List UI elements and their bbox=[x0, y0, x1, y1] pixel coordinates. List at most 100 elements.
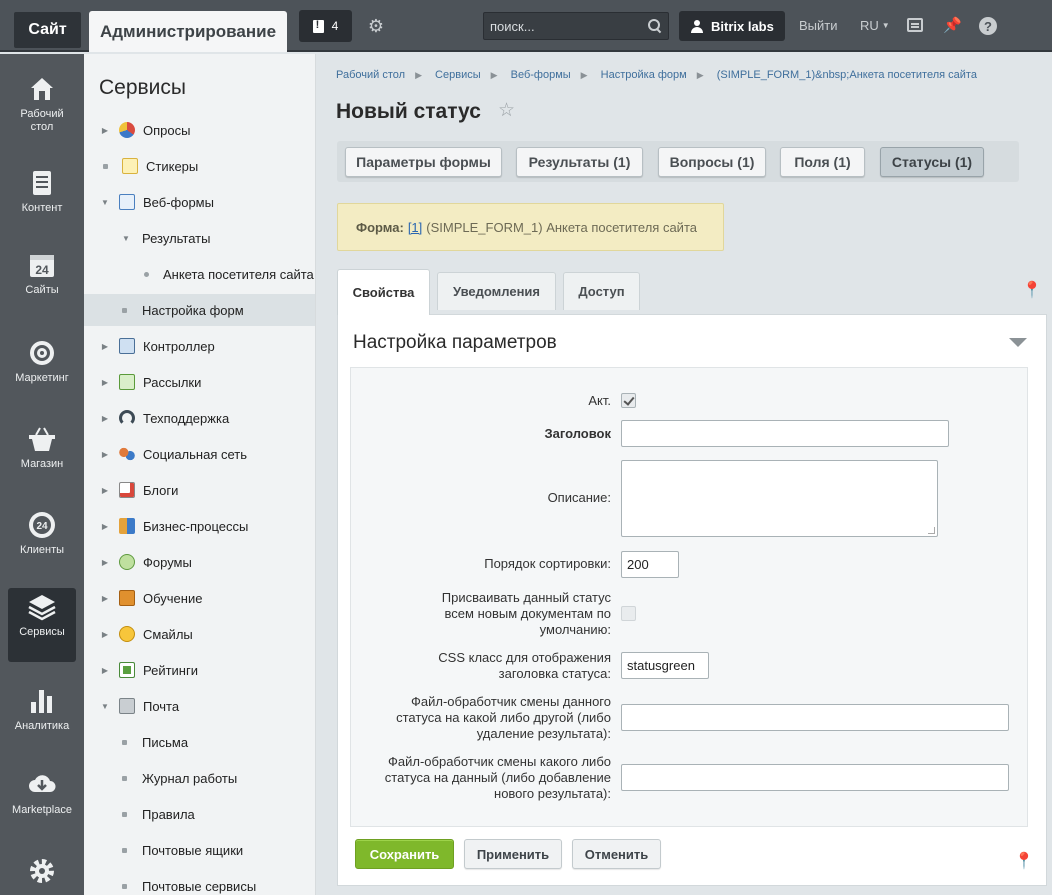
chevron-right-icon[interactable]: ▶ bbox=[101, 414, 109, 423]
settings-gear-icon[interactable]: ⚙ bbox=[366, 16, 386, 36]
nav-marketplace[interactable]: Marketplace bbox=[8, 766, 76, 840]
chevron-right-icon[interactable]: ▶ bbox=[101, 486, 109, 495]
breadcrumb-item[interactable]: Рабочий стол bbox=[336, 69, 405, 81]
sidebar-item-label: Почта bbox=[143, 698, 180, 714]
page-title: Новый статус bbox=[336, 100, 481, 123]
sidebar-item-controller[interactable]: ▶ Контроллер bbox=[84, 330, 315, 362]
nav-shop[interactable]: Магазин bbox=[8, 420, 76, 494]
sidebar-item-webforms[interactable]: ▼ Веб-формы bbox=[84, 186, 315, 218]
resize-handle-icon[interactable] bbox=[928, 527, 935, 534]
chevron-right-icon[interactable]: ▶ bbox=[101, 378, 109, 387]
save-button[interactable]: Сохранить bbox=[355, 839, 454, 869]
sidebar-item-results[interactable]: ▼ Результаты bbox=[84, 222, 315, 254]
sidebar-item-label: Почтовые сервисы bbox=[142, 878, 257, 894]
nav-analytics[interactable]: Аналитика bbox=[8, 682, 76, 756]
search-icon[interactable] bbox=[648, 19, 662, 33]
sidebar-item-stickers[interactable]: Стикеры bbox=[84, 150, 315, 182]
cancel-button[interactable]: Отменить bbox=[572, 839, 661, 869]
sidebar-item-blogs[interactable]: ▶ Блоги bbox=[84, 474, 315, 506]
chevron-down-icon: ▼ bbox=[881, 21, 890, 30]
nav-settings[interactable] bbox=[8, 852, 76, 895]
form-note-link[interactable]: [1] bbox=[408, 220, 422, 235]
default-status-checkbox[interactable] bbox=[621, 606, 636, 621]
nav-marketing[interactable]: Маркетинг bbox=[8, 334, 76, 408]
nav-label: Сайты bbox=[25, 284, 59, 296]
admin-tab[interactable]: Администрирование bbox=[89, 11, 287, 52]
sort-label: Порядок сортировки: bbox=[484, 556, 611, 571]
chevron-right-icon[interactable]: ▶ bbox=[101, 594, 109, 603]
chevron-right-icon[interactable]: ▶ bbox=[101, 666, 109, 675]
notifications-button[interactable]: 4 bbox=[299, 10, 352, 42]
sidebar-item-label: Стикеры bbox=[146, 158, 199, 174]
apply-button[interactable]: Применить bbox=[464, 839, 562, 869]
tab-fields[interactable]: Поля (1) bbox=[780, 147, 865, 177]
help-icon[interactable]: ? bbox=[979, 17, 997, 35]
pin-icon[interactable]: 📍 bbox=[1022, 280, 1042, 300]
chevron-right-icon[interactable]: ▶ bbox=[101, 342, 109, 351]
site-button[interactable]: Сайт bbox=[14, 12, 81, 48]
chevron-down-icon[interactable]: ▼ bbox=[122, 234, 130, 243]
subtab-access[interactable]: Доступ bbox=[563, 272, 640, 310]
search-input[interactable]: поиск... bbox=[483, 12, 669, 40]
sidebar-item-social[interactable]: ▶ Социальная сеть bbox=[84, 438, 315, 470]
sidebar-item-form-settings[interactable]: Настройка форм bbox=[84, 294, 315, 326]
chevron-down-icon[interactable]: ▼ bbox=[101, 198, 109, 207]
nav-services[interactable]: Сервисы bbox=[8, 588, 76, 662]
sidebar-item-letters[interactable]: Письма bbox=[84, 726, 315, 758]
handler-out-field[interactable] bbox=[621, 704, 1009, 731]
sidebar-item-visitor-form[interactable]: Анкета посетителя сайта bbox=[84, 258, 315, 290]
language-select[interactable]: RU ▼ bbox=[860, 18, 890, 33]
chevron-right-icon[interactable]: ▶ bbox=[101, 126, 109, 135]
sidebar-item-bizproc[interactable]: ▶ Бизнес-процессы bbox=[84, 510, 315, 542]
handler-in-field[interactable] bbox=[621, 764, 1009, 791]
chevron-down-icon[interactable]: ▼ bbox=[101, 702, 109, 711]
breadcrumb-item[interactable]: Веб-формы bbox=[511, 69, 571, 81]
sidebar-item-mail[interactable]: ▼ Почта bbox=[84, 690, 315, 722]
chevron-right-icon[interactable]: ▶ bbox=[101, 558, 109, 567]
sidebar-item-forums[interactable]: ▶ Форумы bbox=[84, 546, 315, 578]
sidebar-item-learning[interactable]: ▶ Обучение bbox=[84, 582, 315, 614]
breadcrumb-item[interactable]: (SIMPLE_FORM_1)&nbsp;Анкета посетителя с… bbox=[717, 69, 977, 81]
tab-results[interactable]: Результаты (1) bbox=[516, 147, 643, 177]
active-checkbox[interactable] bbox=[621, 393, 636, 408]
pin-icon[interactable]: 📍 bbox=[1014, 851, 1034, 871]
breadcrumb-item[interactable]: Сервисы bbox=[435, 69, 481, 81]
nav-content[interactable]: Контент bbox=[8, 164, 76, 238]
logout-link[interactable]: Выйти bbox=[799, 18, 838, 33]
user-button[interactable]: Bitrix labs bbox=[679, 11, 785, 41]
chevron-right-icon[interactable]: ▶ bbox=[101, 630, 109, 639]
description-textarea[interactable] bbox=[621, 460, 938, 537]
nav-desktop[interactable]: Рабочий стол bbox=[8, 70, 76, 144]
target-icon bbox=[27, 338, 57, 368]
sidebar-item-log[interactable]: Журнал работы bbox=[84, 762, 315, 794]
handler-in-label: Файл-обработчик смены какого либо статус… bbox=[384, 754, 611, 801]
tab-form-params[interactable]: Параметры формы bbox=[345, 147, 502, 177]
chevron-right-icon[interactable]: ▶ bbox=[101, 522, 109, 531]
sidebar-item-support[interactable]: ▶ Техподдержка bbox=[84, 402, 315, 434]
pin-icon[interactable]: 📌 bbox=[943, 16, 962, 34]
sidebar-item-mail-services[interactable]: Почтовые сервисы bbox=[84, 870, 315, 895]
sort-field[interactable]: 200 bbox=[621, 551, 679, 578]
chevron-right-icon[interactable]: ▶ bbox=[101, 450, 109, 459]
breadcrumb-item[interactable]: Настройка форм bbox=[601, 69, 687, 81]
sidebar-item-mailing[interactable]: ▶ Рассылки bbox=[84, 366, 315, 398]
subtab-notifications[interactable]: Уведомления bbox=[437, 272, 556, 310]
title-label: Заголовок bbox=[544, 426, 611, 441]
sidebar-item-rules[interactable]: Правила bbox=[84, 798, 315, 830]
sidebar-item-mailboxes[interactable]: Почтовые ящики bbox=[84, 834, 315, 866]
document-icon bbox=[27, 168, 57, 198]
nav-sites[interactable]: 24 Сайты bbox=[8, 246, 76, 320]
sidebar-item-smiles[interactable]: ▶ Смайлы bbox=[84, 618, 315, 650]
css-class-field[interactable]: statusgreen bbox=[621, 652, 709, 679]
tab-statuses[interactable]: Статусы (1) bbox=[880, 147, 984, 177]
sidebar-item-polls[interactable]: ▶ Опросы bbox=[84, 114, 315, 146]
star-icon[interactable]: ☆ bbox=[498, 99, 515, 122]
sidebar-item-ratings[interactable]: ▶ Рейтинги bbox=[84, 654, 315, 686]
collapse-toggle-icon[interactable] bbox=[1009, 338, 1027, 347]
keyboard-icon[interactable] bbox=[907, 18, 923, 32]
title-field[interactable] bbox=[621, 420, 949, 447]
tab-questions[interactable]: Вопросы (1) bbox=[658, 147, 766, 177]
subtab-properties[interactable]: Свойства bbox=[337, 269, 430, 315]
nav-clients[interactable]: 24 Клиенты bbox=[8, 506, 76, 580]
blog-icon bbox=[119, 482, 135, 498]
